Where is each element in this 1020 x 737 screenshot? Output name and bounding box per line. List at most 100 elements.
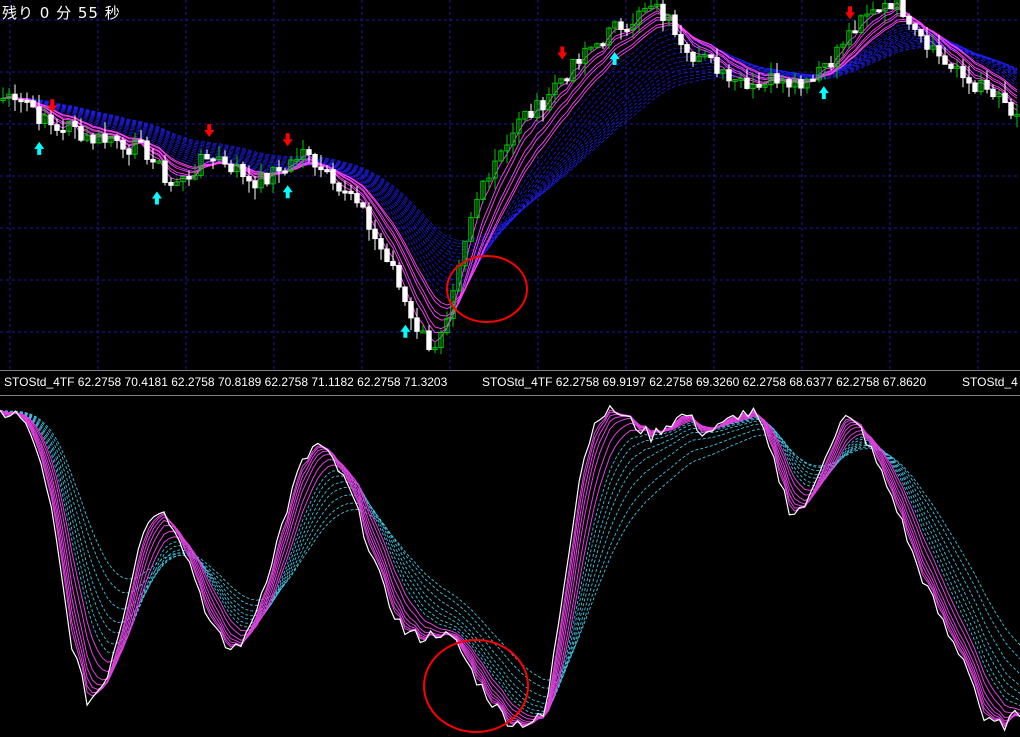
candle-body — [900, 0, 906, 18]
sell-arrow-icon — [845, 6, 855, 20]
candle-body — [240, 163, 246, 178]
candle-body — [264, 172, 270, 185]
candle-body — [924, 35, 930, 50]
candle-body — [114, 135, 120, 141]
indicator-header-bar: STOStd_4TF 62.2758 70.4181 62.2758 70.81… — [0, 370, 1020, 396]
fast-ma-line — [2, 15, 1018, 317]
candle-body — [48, 114, 54, 126]
candle-body — [828, 63, 834, 68]
candle-body — [942, 55, 948, 65]
candle-body — [102, 133, 108, 143]
price-chart-panel[interactable]: 残り 0 分 55 秒 — [0, 0, 1020, 370]
stoch-fast-line — [0, 409, 1020, 725]
candle-body — [576, 59, 582, 64]
candle-body — [408, 301, 414, 319]
candle-body — [126, 148, 132, 155]
stochastic-panel[interactable] — [0, 396, 1020, 737]
candle-body — [966, 77, 972, 84]
candle-body — [378, 238, 384, 250]
candle-body — [402, 286, 408, 303]
candle-body — [60, 129, 66, 133]
candle-body — [348, 190, 354, 195]
candle-body — [330, 169, 336, 184]
candle-body — [150, 158, 156, 163]
candle-body — [384, 248, 390, 262]
candle-body — [390, 260, 396, 267]
buy-arrow-icon — [818, 86, 829, 100]
stoch-slow-line — [0, 409, 1020, 709]
stoch-fast-line — [0, 409, 1020, 718]
candle-body — [906, 16, 912, 25]
candle-body — [786, 79, 792, 88]
candle-body — [774, 73, 780, 84]
candle-body — [228, 163, 234, 173]
candle-body — [810, 78, 816, 82]
candle-body — [756, 83, 762, 88]
candle-body — [276, 167, 282, 172]
candle-body — [36, 106, 42, 124]
stoch-fast-line — [0, 409, 1020, 724]
candle-body — [690, 51, 696, 62]
candle-body — [54, 124, 60, 131]
candle-body — [1008, 102, 1014, 116]
candle-body — [660, 3, 666, 21]
buy-arrow-icon — [400, 324, 411, 338]
stoch-slow-line — [0, 409, 1020, 715]
stoch-slow-line — [0, 409, 1020, 689]
stoch-fast-line — [0, 410, 1020, 727]
candle-body — [282, 170, 288, 174]
sell-arrow-icon — [204, 124, 215, 137]
candle-body — [678, 33, 684, 46]
candle-body — [414, 317, 420, 332]
candle-body — [138, 139, 144, 143]
candle-body — [246, 176, 252, 182]
candle-body — [78, 126, 84, 141]
candle-body — [564, 78, 570, 82]
candle-body — [324, 169, 330, 173]
candle-body — [714, 56, 720, 74]
fast-ma-line — [2, 19, 1018, 310]
candle-body — [972, 82, 978, 92]
candle-body — [1002, 92, 1008, 104]
candle-body — [888, 3, 894, 10]
candle-body — [312, 153, 318, 168]
indicator-label-3: STOStd_4 — [962, 375, 1018, 389]
highlight-circle-stoch — [423, 639, 529, 733]
candle-body — [162, 160, 168, 183]
stoch-main-line — [0, 404, 1020, 732]
candle-body — [528, 110, 534, 118]
candle-body — [18, 99, 24, 103]
sell-arrow-icon — [557, 46, 568, 60]
candle-body — [306, 149, 312, 155]
stochastic-chart — [0, 404, 1020, 733]
candle-body — [354, 193, 360, 204]
candle-body — [12, 93, 18, 101]
candle-body — [684, 44, 690, 53]
indicator-label-2: STOStd_4TF 62.2758 69.9197 62.2758 69.32… — [482, 375, 927, 389]
candle-body — [252, 180, 258, 189]
candle-body — [912, 23, 918, 30]
stoch-slow-line — [0, 409, 1020, 712]
candle-body — [360, 202, 366, 208]
candle-body — [726, 69, 732, 82]
candle-body — [708, 54, 714, 58]
candle-body — [72, 120, 78, 128]
candle-body — [960, 65, 966, 79]
candle-body — [372, 228, 378, 240]
candle-body — [144, 140, 150, 160]
candle-body — [396, 265, 402, 288]
buy-arrow-icon — [282, 185, 293, 199]
candle-body — [948, 63, 954, 69]
buy-arrow-icon — [151, 191, 162, 205]
candle-body — [336, 182, 342, 192]
candle-body — [30, 100, 36, 108]
candle-body — [366, 206, 372, 230]
candle-body — [318, 166, 324, 171]
candle-body — [618, 21, 624, 30]
candle-body — [426, 330, 432, 350]
candle-body — [798, 79, 804, 89]
candle-body — [984, 80, 990, 90]
candle-body — [936, 45, 942, 57]
candle-body — [990, 88, 996, 98]
slow-ma-line — [2, 45, 1018, 245]
